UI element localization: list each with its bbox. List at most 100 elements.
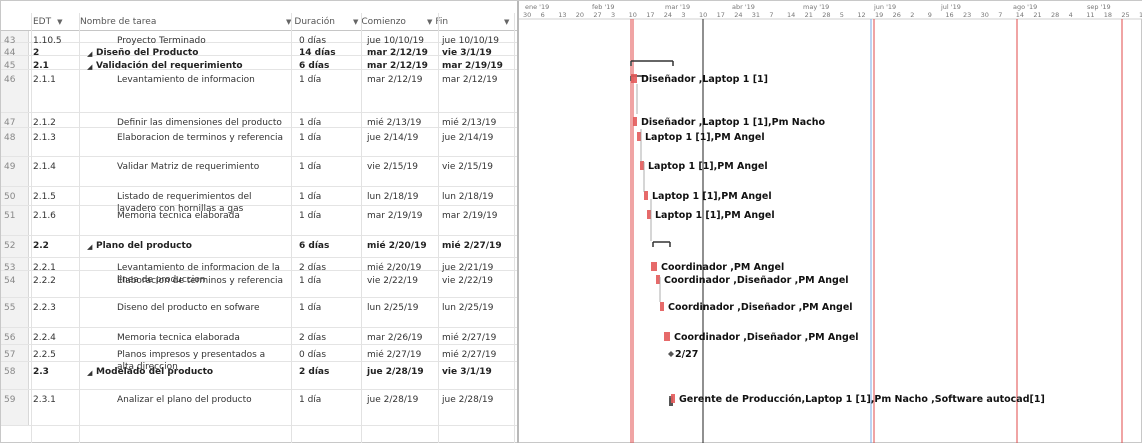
timescale-day: 24 [664, 11, 672, 19]
task-bar[interactable] [637, 132, 641, 141]
timescale-day: 21 [1033, 11, 1041, 19]
timescale-day: 31 [752, 11, 760, 19]
start-cell: mar 2/12/19 [367, 75, 423, 85]
task-bar[interactable] [660, 302, 664, 311]
timescale-day: 28 [1051, 11, 1059, 19]
timescale-month: feb '19 [592, 3, 615, 11]
duration-cell: 1 día [299, 303, 322, 313]
bar-resource-label: Coordinador ,Diseñador ,PM Angel [664, 275, 849, 286]
column-divider[interactable] [291, 13, 292, 443]
duration-cell: 2 días [299, 333, 327, 343]
bar-resource-label: Laptop 1 [1],PM Angel [655, 210, 775, 221]
row-id: 48 [1, 128, 29, 156]
bar-resource-label: Laptop 1 [1],PM Angel [648, 161, 768, 172]
gantt-svg: ene '19 feb '19 mar '19 abr '19 may '19 jun '… [519, 1, 1142, 443]
task-bar[interactable] [647, 210, 651, 219]
task-name-cell: Memoria tecnica elaborada [117, 333, 240, 343]
task-name-cell: Modelado del producto [96, 367, 214, 377]
duration-cell: 1 día [299, 395, 322, 405]
task-bar[interactable] [671, 394, 675, 403]
timescale-month: sep '19 [1087, 3, 1111, 11]
task-name-cell: Diseno del producto en sofware [117, 303, 260, 313]
row-id: 44 [1, 43, 29, 58]
bar-resource-label: Diseñador ,Laptop 1 [1],Pm Nacho [641, 117, 826, 128]
row-id: 57 [1, 345, 29, 361]
timescale-day: 4 [1069, 11, 1073, 19]
task-bar[interactable] [644, 191, 648, 200]
column-divider[interactable] [438, 13, 439, 443]
column-divider[interactable] [361, 13, 362, 443]
column-divider[interactable] [514, 13, 515, 443]
task-name-cell: Memoria tecnica elaborada [117, 211, 240, 221]
row-id: 43 [1, 31, 29, 46]
row-id: 49 [1, 157, 29, 186]
milestone-diamond[interactable] [668, 351, 674, 357]
collapse-toggle-icon[interactable]: ◢ [87, 241, 92, 253]
timescale-day: 17 [717, 11, 725, 19]
row-id: 55 [1, 298, 29, 327]
timescale-day: 25 [1121, 11, 1129, 19]
task-bar[interactable] [664, 332, 670, 341]
column-edt[interactable]: EDT ▼ [33, 13, 66, 31]
bar-resource-label: Coordinador ,Diseñador ,PM Angel [674, 332, 859, 343]
finish-cell: vie 3/1/19 [442, 367, 492, 377]
task-name-cell: Plano del producto [96, 241, 192, 251]
edt-cell: 2.1.6 [33, 211, 56, 221]
bar-resource-label: Coordinador ,Diseñador ,PM Angel [668, 302, 853, 313]
timescale-day: 26 [893, 11, 901, 19]
finish-cell: lun 2/25/19 [442, 303, 494, 313]
finish-cell: mié 2/27/19 [442, 241, 502, 251]
timescale-day: 13 [558, 11, 566, 19]
timescale-day: 30 [523, 11, 531, 19]
task-table: EDT ▼ Nombre de tarea ▼ Duración ▼ Comienzo… [1, 1, 517, 443]
task-bar[interactable] [640, 161, 644, 170]
task-bar[interactable] [631, 74, 637, 83]
timescale-month: jul '19 [940, 3, 961, 11]
collapse-toggle-icon[interactable]: ◢ [87, 367, 92, 379]
edt-cell: 2.3.1 [33, 395, 56, 405]
column-divider[interactable] [31, 13, 32, 443]
timescale-day: 16 [945, 11, 953, 19]
gantt-view: { "columns": { "edt": "EDT", "name": "No… [0, 0, 1142, 443]
edt-cell: 2.1.4 [33, 162, 56, 172]
finish-cell: mié 2/27/19 [442, 333, 497, 343]
start-cell: mar 2/19/19 [367, 211, 423, 221]
timescale-day: 7 [769, 11, 773, 19]
gantt-chart: ene '19 feb '19 mar '19 abr '19 may '19 jun '… [517, 1, 1142, 443]
timescale-day: 19 [875, 11, 883, 19]
timescale-month: mar '19 [665, 3, 690, 11]
task-name-cell: Validar Matriz de requerimiento [117, 162, 260, 172]
finish-cell: mar 2/19/19 [442, 211, 498, 221]
edt-cell: 2.2.4 [33, 333, 56, 343]
task-name-cell: Analizar el plano del producto [117, 395, 252, 405]
column-divider[interactable] [79, 13, 80, 443]
timescale-day: 11 [1086, 11, 1094, 19]
edt-cell: 2.2.2 [33, 276, 56, 286]
timescale-day: 6 [541, 11, 545, 19]
duration-cell: 2 días [299, 367, 330, 377]
timescale-day: 2 [910, 11, 914, 19]
timescale-day: 3 [681, 11, 685, 19]
task-bar[interactable] [651, 262, 657, 271]
finish-cell: vie 2/22/19 [442, 276, 493, 286]
column-task-name[interactable]: Nombre de tarea [80, 13, 156, 31]
row-id: 56 [1, 328, 29, 344]
column-duration[interactable]: ▼ Duración [286, 13, 335, 31]
timescale-month: ago '19 [1013, 3, 1037, 11]
duration-cell: 1 día [299, 75, 322, 85]
timescale-month: may '19 [803, 3, 829, 11]
add-column-icon[interactable]: ▼ [504, 13, 512, 31]
start-cell: lun 2/18/19 [367, 192, 419, 202]
task-bar[interactable] [633, 117, 637, 126]
duration-cell: 1 día [299, 276, 322, 286]
duration-cell: 1 día [299, 211, 322, 221]
task-bar[interactable] [656, 275, 660, 284]
timescale-day: 18 [1104, 11, 1112, 19]
finish-cell: jue 2/28/19 [442, 395, 494, 405]
bar-resource-label: Diseñador ,Laptop 1 [1] [641, 74, 768, 85]
bar-resource-label: 2/27 [675, 349, 698, 360]
start-cell: mié 2/20/19 [367, 241, 427, 251]
timescale-day: 14 [1016, 11, 1024, 19]
edt-cell: 2.2.5 [33, 350, 56, 360]
edt-cell: 2.2 [33, 241, 49, 251]
